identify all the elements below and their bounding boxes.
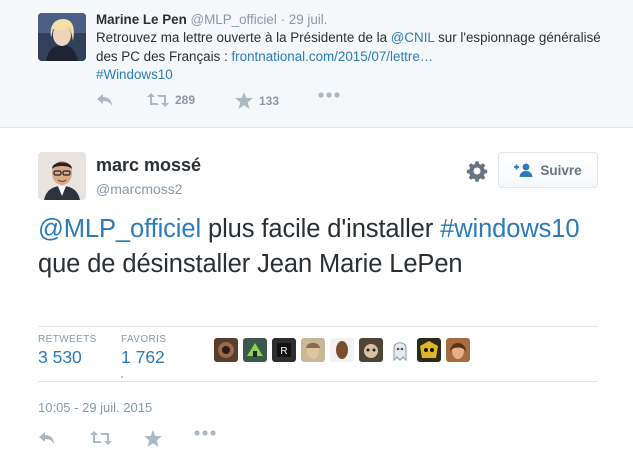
url-link[interactable]: frontnational.com/2015/07/lettre… bbox=[231, 49, 433, 64]
favoriter-avatar[interactable] bbox=[388, 338, 412, 362]
author-handle[interactable]: @marcmoss2 bbox=[96, 181, 183, 197]
separator: · bbox=[280, 12, 286, 27]
settings-button[interactable] bbox=[466, 160, 488, 182]
favoriter-avatar[interactable] bbox=[330, 338, 354, 362]
retweet-button[interactable] bbox=[90, 430, 112, 446]
retweet-button[interactable]: 289 bbox=[147, 92, 195, 108]
favorite-button[interactable] bbox=[144, 430, 162, 447]
more-button[interactable] bbox=[318, 92, 340, 98]
favoriter-avatar[interactable] bbox=[301, 338, 325, 362]
tweet-text: Retrouvez ma lettre ouverte à la Préside… bbox=[96, 29, 606, 84]
tweet-timestamp[interactable]: 10:05 - 29 juil. 2015 bbox=[38, 400, 152, 415]
text-segment: plus facile d'installer bbox=[201, 215, 441, 243]
favoriter-avatar[interactable] bbox=[417, 338, 441, 362]
retweets-label: RETWEETS bbox=[38, 334, 97, 345]
mention-link[interactable]: @MLP_officiel bbox=[38, 215, 201, 243]
retweets-count[interactable]: 3 530 bbox=[38, 347, 82, 368]
favorites-label: FAVORIS bbox=[121, 334, 167, 345]
svg-text:R: R bbox=[280, 346, 287, 357]
favoriter-avatar[interactable] bbox=[359, 338, 383, 362]
reply-button[interactable] bbox=[96, 92, 114, 108]
reply-icon bbox=[39, 432, 54, 444]
divider bbox=[38, 326, 598, 327]
avatar[interactable] bbox=[38, 152, 86, 200]
hashtag-link[interactable]: #Windows10 bbox=[96, 67, 173, 82]
favoriter-avatar[interactable] bbox=[446, 338, 470, 362]
avatar[interactable] bbox=[38, 13, 86, 61]
more-button[interactable] bbox=[194, 430, 216, 436]
favorite-button[interactable]: 133 bbox=[235, 92, 279, 109]
divider bbox=[38, 381, 598, 382]
author-name[interactable]: Marine Le Pen bbox=[96, 12, 187, 27]
retweet-icon bbox=[90, 431, 112, 445]
dot bbox=[121, 376, 123, 378]
more-icon bbox=[318, 92, 340, 98]
reply-button[interactable] bbox=[38, 430, 56, 446]
retweet-icon bbox=[147, 93, 169, 107]
author-name[interactable]: marc mossé bbox=[96, 155, 201, 176]
parent-tweet[interactable]: Marine Le Pen @MLP_officiel · 29 juil. R… bbox=[0, 0, 633, 128]
more-icon bbox=[194, 430, 216, 436]
star-icon bbox=[235, 92, 253, 109]
favorite-count: 133 bbox=[259, 93, 280, 108]
favoriter-avatar[interactable] bbox=[243, 338, 267, 362]
tweet-text: @MLP_officiel plus facile d'installer #w… bbox=[38, 212, 598, 282]
follow-button[interactable]: Suivre bbox=[498, 152, 598, 188]
retweet-count: 289 bbox=[175, 93, 196, 107]
star-icon bbox=[144, 430, 162, 447]
favoriter-avatar[interactable]: R bbox=[272, 338, 296, 362]
author-handle[interactable]: @MLP_officiel bbox=[191, 12, 277, 27]
hashtag-link[interactable]: #windows10 bbox=[440, 215, 579, 243]
gear-icon bbox=[466, 161, 488, 182]
mention-link[interactable]: @CNIL bbox=[391, 30, 435, 45]
text-segment: que de désinstaller Jean Marie LePen bbox=[38, 250, 463, 278]
reply-icon bbox=[97, 94, 112, 106]
add-user-icon bbox=[514, 163, 533, 177]
text-segment: Retrouvez ma lettre ouverte à la Préside… bbox=[96, 30, 391, 46]
follow-label: Suivre bbox=[540, 162, 582, 178]
tweet-time[interactable]: 29 juil. bbox=[289, 12, 328, 27]
favorites-count[interactable]: 1 762 bbox=[121, 347, 165, 368]
favoriter-avatar[interactable] bbox=[214, 338, 238, 362]
